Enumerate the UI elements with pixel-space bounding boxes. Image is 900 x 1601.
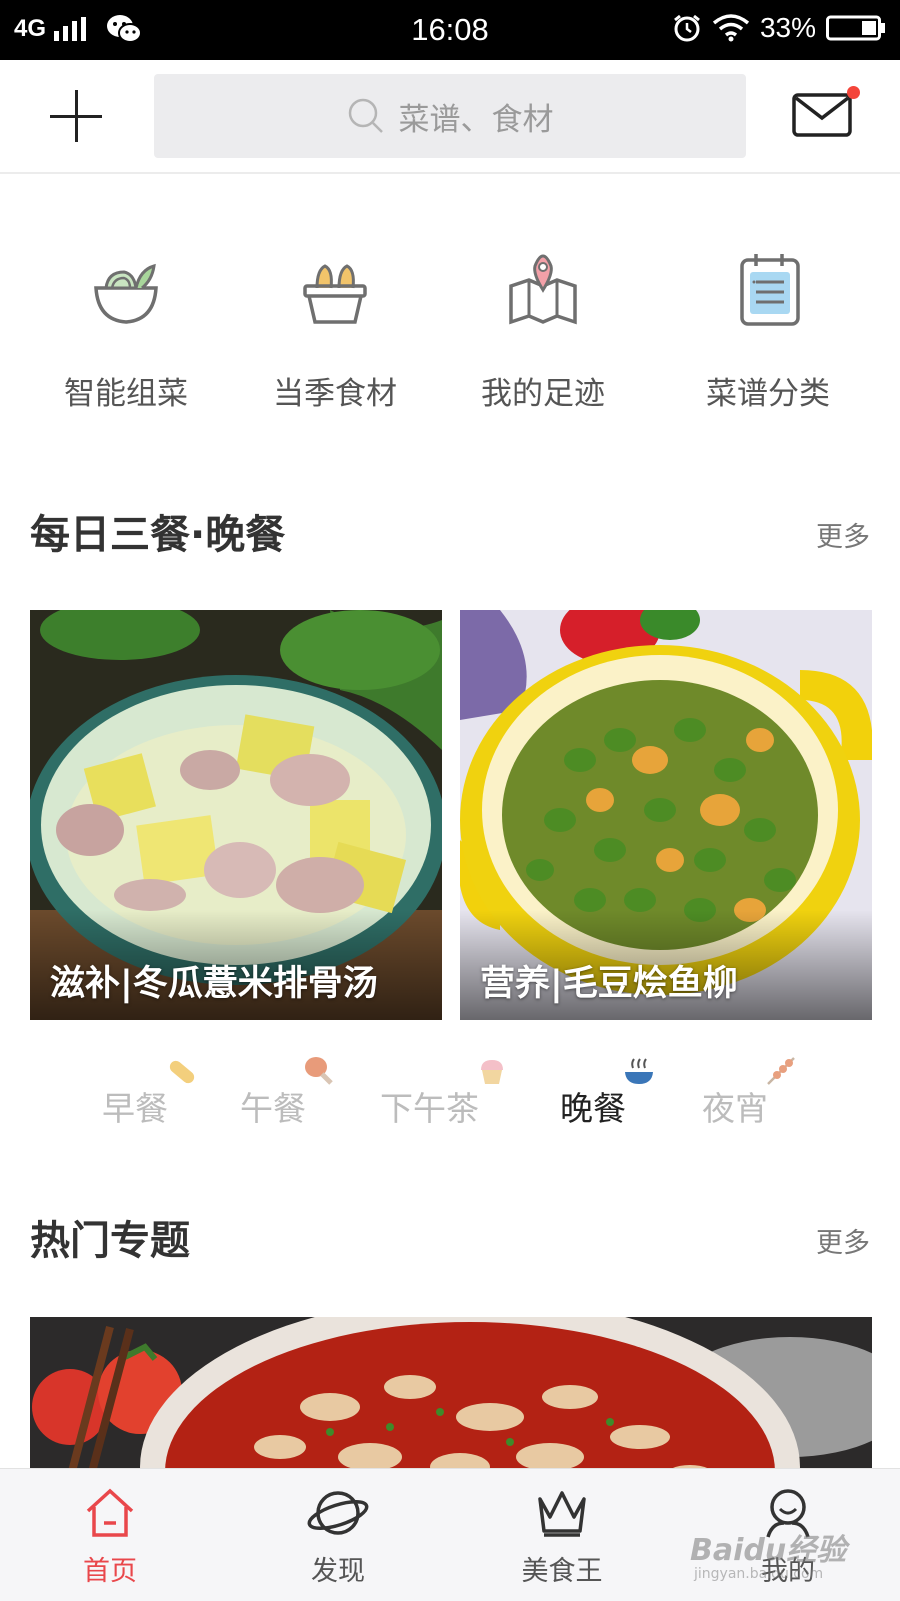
quick-label: 我的足迹 [481, 376, 605, 412]
unread-dot [847, 86, 860, 99]
meal-card-title: 营养|毛豆烩鱼柳 [480, 964, 738, 1004]
tab-late-night[interactable]: 夜宵 [702, 1057, 795, 1130]
meal-card[interactable]: 滋补|冬瓜薏米排骨汤 [30, 610, 442, 1020]
map-pin-icon [509, 254, 577, 325]
meal-card-title: 滋补|冬瓜薏米排骨汤 [50, 964, 378, 1004]
home-icon [86, 1488, 134, 1537]
drumstick-icon [305, 1057, 333, 1085]
planet-icon [307, 1491, 369, 1535]
quick-item-seasonal[interactable]: 当季食材 [235, 250, 435, 413]
meal-tab-label: 下午茶 [380, 1089, 479, 1128]
meal-tab-label: 晚餐 [560, 1089, 626, 1128]
cupcake-icon [481, 1060, 503, 1084]
tab-breakfast[interactable]: 早餐 [102, 1060, 195, 1130]
search-icon [348, 98, 383, 133]
wifi-icon [712, 14, 750, 42]
hot-topics-title: 热门专题 [30, 1218, 190, 1264]
bread-icon [169, 1060, 195, 1084]
hot-topics-more-link[interactable]: 更多 [816, 1221, 870, 1260]
quick-item-smart-menu[interactable]: 智能组菜 [26, 250, 226, 413]
tab-lunch[interactable]: 午餐 [240, 1057, 333, 1130]
tab-home[interactable]: 首页 [40, 1487, 180, 1588]
tab-dinner[interactable]: 晚餐 [560, 1058, 653, 1130]
tab-food-king[interactable]: 美食王 [492, 1487, 632, 1588]
meal-tab-label: 早餐 [102, 1089, 168, 1128]
quick-item-categories[interactable]: 菜谱分类 [668, 250, 868, 413]
quick-label: 当季食材 [273, 376, 397, 412]
watermark-url: jingyan.baidu.com [694, 1566, 824, 1582]
battery-icon [826, 15, 885, 41]
search-bar[interactable]: 菜谱、食材 [154, 74, 746, 158]
tab-afternoon-tea[interactable]: 下午茶 [380, 1060, 503, 1130]
alarm-icon [674, 14, 700, 42]
meal-card[interactable]: 营养|毛豆烩鱼柳 [460, 610, 872, 1020]
status-bar: 4G 16:08 33% [0, 0, 900, 60]
daily-meals-title: 每日三餐·晚餐 [30, 512, 286, 558]
mail-icon [792, 93, 852, 137]
quick-item-history[interactable]: 我的足迹 [443, 250, 643, 413]
quick-entries: 智能组菜 当季食材 我的足迹 菜谱分类 [0, 250, 900, 430]
quick-label: 智能组菜 [64, 376, 188, 412]
top-nav: 菜谱、食材 [0, 60, 900, 174]
watermark: Baidu经验 [690, 1533, 847, 1568]
tab-label: 首页 [83, 1556, 137, 1587]
battery-percent: 33% [759, 12, 816, 43]
tab-label: 美食王 [521, 1556, 603, 1587]
add-button[interactable] [50, 90, 102, 142]
salad-bowl-icon [94, 263, 158, 324]
steaming-bowl-icon [625, 1058, 653, 1084]
quick-label: 菜谱分类 [706, 376, 830, 412]
tab-discover[interactable]: 发现 [268, 1487, 408, 1588]
tab-label: 发现 [311, 1556, 365, 1587]
daily-meals-more-link[interactable]: 更多 [816, 515, 870, 554]
crown-icon [538, 1491, 586, 1537]
status-right: 33% [672, 12, 886, 44]
notebook-icon [740, 254, 800, 326]
search-placeholder: 菜谱、食材 [398, 101, 554, 138]
basket-icon [303, 264, 367, 324]
skewer-icon [767, 1057, 795, 1085]
meal-tab-label: 午餐 [240, 1089, 306, 1128]
meal-tab-label: 夜宵 [702, 1089, 768, 1128]
meal-tabs: 早餐 午餐 下午茶 晚餐 夜宵 [0, 1057, 900, 1138]
messages-button[interactable] [792, 86, 860, 140]
